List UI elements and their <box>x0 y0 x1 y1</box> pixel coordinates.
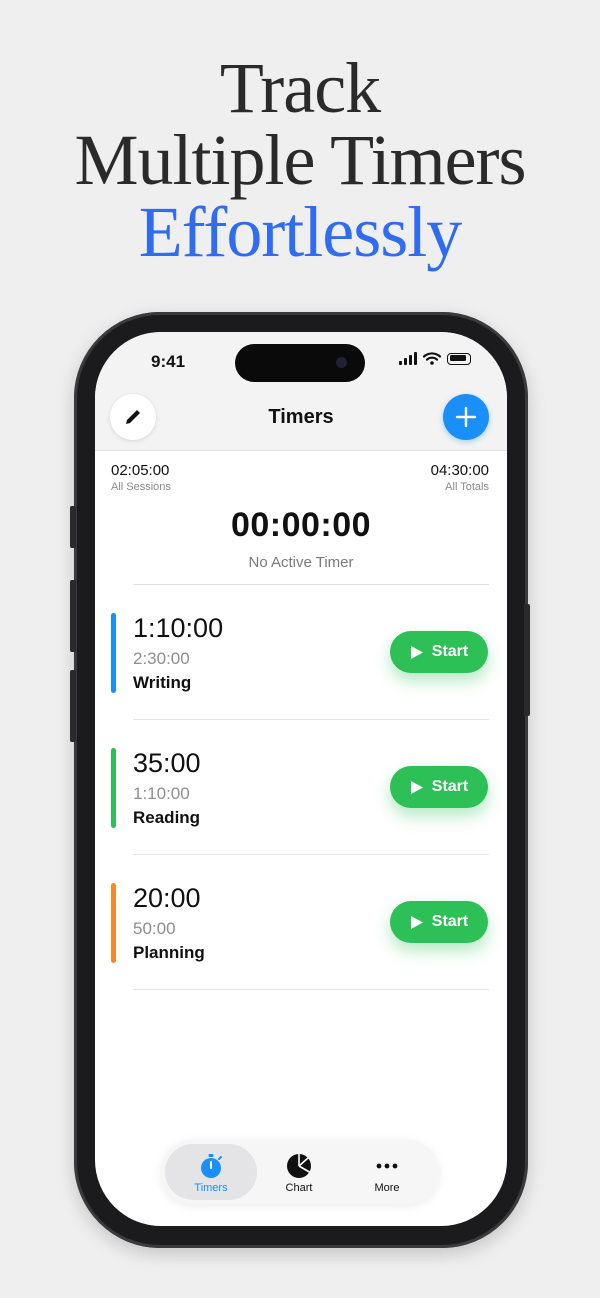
stopwatch-icon <box>201 1154 222 1178</box>
timer-elapsed: 35:00 <box>133 748 201 778</box>
tab-timers[interactable]: Timers <box>165 1144 257 1200</box>
all-totals: 04:30:00 All Totals <box>431 462 489 493</box>
active-timer-display: 00:00:00 <box>230 506 372 544</box>
timer-row[interactable]: 1:10:00 2:30:00 Writing Start <box>95 585 507 720</box>
battery-icon <box>447 352 471 365</box>
camera-icon <box>336 357 347 368</box>
headline-line-2: Multiple Timers <box>74 120 526 200</box>
divider <box>133 989 489 990</box>
active-timer-label: No Active Timer <box>248 554 354 571</box>
signal-icon <box>399 352 417 365</box>
timer-color-bar <box>111 883 116 963</box>
start-label: Start <box>431 913 469 930</box>
timer-row[interactable]: 35:00 1:10:00 Reading Start <box>95 720 507 855</box>
play-icon <box>410 780 423 794</box>
volume-up-button <box>70 580 76 652</box>
volume-down-button <box>70 670 76 742</box>
play-icon <box>410 915 423 929</box>
headline-line-1: Track <box>219 48 381 128</box>
tab-more[interactable]: More <box>341 1144 433 1200</box>
plus-icon <box>455 406 477 428</box>
header-area: 9:41 Timers <box>95 332 507 451</box>
status-time: 9:41 <box>151 352 186 371</box>
start-button[interactable]: Start <box>390 766 488 808</box>
tab-label: Chart <box>285 1182 313 1194</box>
add-timer-button[interactable] <box>443 394 489 440</box>
timer-name: Reading <box>133 808 201 827</box>
timer-color-bar <box>111 748 116 828</box>
tab-chart[interactable]: Chart <box>253 1144 345 1200</box>
timer-elapsed: 20:00 <box>133 883 201 913</box>
sessions-label: All Sessions <box>111 481 171 493</box>
timer-color-bar <box>111 613 116 693</box>
tab-label: Timers <box>194 1182 228 1194</box>
dynamic-island <box>235 344 365 382</box>
timer-total: 50:00 <box>133 919 176 938</box>
ellipsis-icon <box>376 1163 398 1169</box>
timer-row[interactable]: 20:00 50:00 Planning Start <box>95 855 507 990</box>
timer-total: 1:10:00 <box>133 784 190 803</box>
timer-total: 2:30:00 <box>133 649 190 668</box>
all-sessions: 02:05:00 All Sessions <box>111 462 171 493</box>
power-button <box>524 604 530 716</box>
status-icons <box>399 352 471 365</box>
start-button[interactable]: Start <box>390 901 488 943</box>
sessions-value: 02:05:00 <box>111 462 170 479</box>
start-label: Start <box>431 643 469 660</box>
start-label: Start <box>431 778 469 795</box>
play-icon <box>410 645 423 659</box>
app-screen: 9:41 Timers 02:05:00 All Sessions 04:30:… <box>95 332 507 1226</box>
start-button[interactable]: Start <box>390 631 488 673</box>
timer-elapsed: 1:10:00 <box>133 613 224 643</box>
tab-bar: Timers Chart More <box>161 1140 439 1204</box>
action-button <box>70 506 76 548</box>
timer-name: Writing <box>133 673 192 692</box>
pie-chart-icon <box>287 1154 311 1178</box>
tab-label: More <box>374 1182 400 1194</box>
totals-label: All Totals <box>445 481 489 493</box>
timer-name: Planning <box>133 943 205 962</box>
totals-value: 04:30:00 <box>430 462 489 479</box>
wifi-icon <box>423 352 441 365</box>
marketing-headline: Track Multiple Timers Effortlessly <box>0 52 600 268</box>
headline-line-3: Effortlessly <box>138 192 463 272</box>
